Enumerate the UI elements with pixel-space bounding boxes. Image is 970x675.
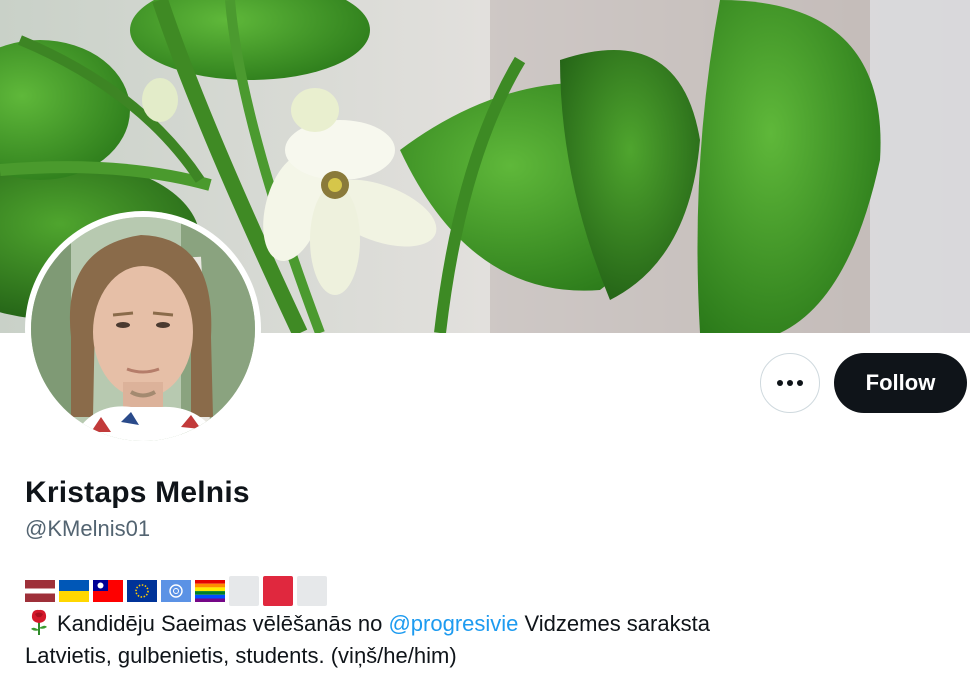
more-options-button[interactable] [760, 353, 820, 413]
profile-bio: Kandidēju Saeimas vēlēšanās no @progresi… [25, 608, 945, 672]
bio-text-suffix: Vidzemes saraksta [518, 611, 710, 636]
eu-flag-icon [127, 576, 157, 606]
ellipsis-icon [777, 380, 803, 386]
latvia-flag-icon [25, 576, 55, 606]
follow-button[interactable]: Follow [834, 353, 967, 413]
ukraine-flag-icon [59, 576, 89, 606]
bio-text-prefix: Kandidēju Saeimas vēlēšanās no [57, 611, 389, 636]
un-flag-icon [161, 576, 191, 606]
bio-line-1: Kandidēju Saeimas vēlēšanās no @progresi… [25, 608, 945, 640]
taiwan-flag-icon [93, 576, 123, 606]
profile-avatar[interactable] [25, 211, 261, 447]
display-name: Kristaps Melnis [25, 476, 250, 509]
flag-emoji-row [25, 576, 327, 606]
rainbow-flag-icon [195, 576, 225, 606]
bio-line-2: Latvietis, gulbenietis, students. (viņš/… [25, 643, 457, 668]
avatar-photo [31, 217, 255, 441]
red-flag-icon [263, 576, 293, 606]
mention-link[interactable]: @progresivie [388, 611, 518, 636]
rose-icon [31, 609, 47, 635]
user-handle: @KMelnis01 [25, 516, 151, 541]
white-flag-icon [229, 576, 259, 606]
white-flag-icon-2 [297, 576, 327, 606]
